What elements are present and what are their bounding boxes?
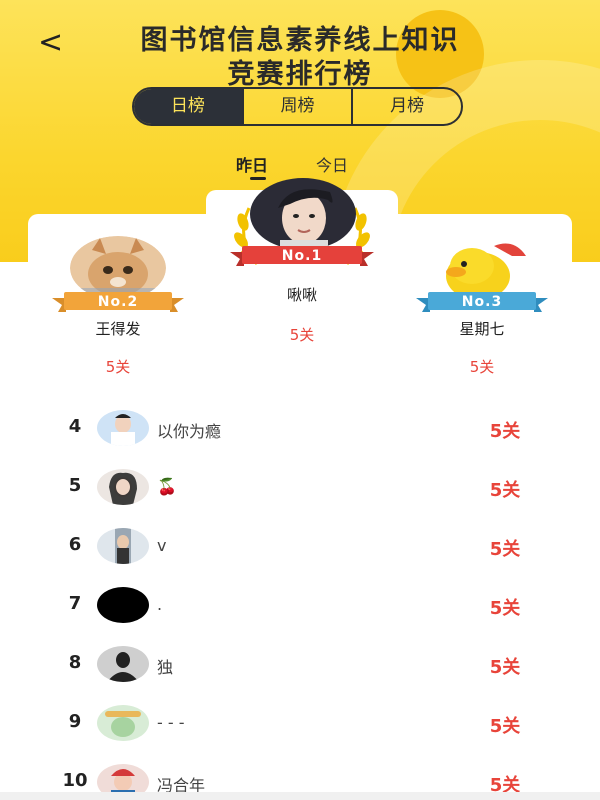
list-item[interactable]: 9 - - - 5关 bbox=[0, 697, 600, 749]
user-name: - - - bbox=[157, 713, 185, 732]
user-name: . bbox=[157, 595, 163, 614]
avatar-third bbox=[434, 236, 530, 300]
rank-number: 9 bbox=[68, 711, 82, 732]
user-score: 5关 bbox=[489, 598, 521, 619]
podium-name-third: 星期七 bbox=[459, 320, 505, 338]
rank-number: 6 bbox=[68, 534, 82, 555]
rank-badge-third: No.3 bbox=[461, 294, 503, 310]
bottom-bar bbox=[0, 792, 600, 800]
user-score: 5关 bbox=[489, 480, 521, 501]
user-score: 5关 bbox=[489, 657, 521, 678]
rank-number: 7 bbox=[68, 593, 82, 614]
avatar bbox=[97, 705, 149, 741]
user-name: v bbox=[157, 536, 167, 555]
rank-number: 4 bbox=[68, 416, 82, 437]
tab-today[interactable]: 今日 bbox=[316, 152, 348, 176]
duck-avatar-image bbox=[434, 236, 530, 300]
avatar bbox=[97, 410, 149, 446]
podium-card-first[interactable]: No.1 啾啾 5关 bbox=[206, 178, 398, 360]
rank-ribbon-second: No.2 bbox=[52, 292, 184, 312]
user-score: 5关 bbox=[489, 716, 521, 737]
rank-badge-first: No.1 bbox=[281, 248, 323, 264]
person-avatar-image bbox=[250, 178, 356, 250]
list-item[interactable]: 5 🍒 5关 bbox=[0, 461, 600, 513]
rank-ribbon-first: No.1 bbox=[230, 246, 374, 266]
tab-weekly[interactable]: 周榜 bbox=[241, 89, 352, 124]
avatar bbox=[97, 469, 149, 505]
avatar-second bbox=[70, 236, 166, 300]
podium-card-third[interactable]: No.3 星期七 5关 bbox=[392, 214, 572, 386]
user-name: 以你为瘾 bbox=[157, 422, 222, 441]
page-title: 图书馆信息素养线上知识 竞赛排行榜 bbox=[90, 24, 510, 92]
rank-number: 5 bbox=[68, 475, 82, 496]
podium-score-first: 5关 bbox=[289, 326, 315, 344]
list-item[interactable]: 4 以你为瘾 5关 bbox=[0, 402, 600, 454]
period-tab-group: 日榜 周榜 月榜 bbox=[132, 87, 463, 126]
podium-score-second: 5关 bbox=[105, 358, 131, 376]
rank-ribbon-third: No.3 bbox=[416, 292, 548, 312]
rank-badge-second: No.2 bbox=[97, 294, 139, 310]
tab-daily[interactable]: 日榜 bbox=[134, 89, 242, 124]
avatar bbox=[97, 528, 149, 564]
list-item[interactable]: 8 独 5关 bbox=[0, 638, 600, 690]
avatar bbox=[97, 646, 149, 682]
rank-number: 10 bbox=[62, 770, 88, 791]
user-score: 5关 bbox=[489, 539, 521, 560]
avatar bbox=[97, 587, 149, 623]
tab-monthly[interactable]: 月榜 bbox=[351, 89, 461, 124]
cat-avatar-image bbox=[70, 236, 166, 300]
user-score: 5关 bbox=[489, 421, 521, 442]
podium-score-third: 5关 bbox=[469, 358, 495, 376]
avatar-first bbox=[250, 178, 356, 250]
podium-name-first: 啾啾 bbox=[286, 286, 317, 304]
tab-yesterday[interactable]: 昨日 bbox=[236, 152, 268, 180]
podium-card-second[interactable]: No.2 王得发 5关 bbox=[28, 214, 208, 386]
back-icon[interactable]: < bbox=[38, 28, 68, 58]
user-name: 独 bbox=[157, 658, 174, 677]
podium-name-second: 王得发 bbox=[95, 320, 141, 338]
list-item[interactable]: 6 v 5关 bbox=[0, 520, 600, 572]
list-item[interactable]: 7 . 5关 bbox=[0, 579, 600, 631]
user-name: 🍒 bbox=[157, 477, 177, 496]
rank-number: 8 bbox=[68, 652, 82, 673]
page-title-line1: 图书馆信息素养线上知识 bbox=[140, 25, 460, 56]
